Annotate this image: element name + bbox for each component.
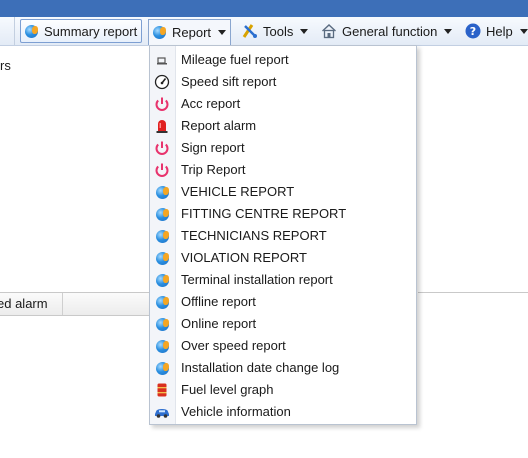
summary-report-button[interactable]: Summary report — [20, 19, 143, 43]
globe-icon — [155, 229, 169, 243]
menu-item-technicians-report[interactable]: TECHNICIANS REPORT — [150, 225, 416, 247]
menu-item-label: Terminal installation report — [181, 272, 333, 287]
menu-item-sign-report[interactable]: Sign report — [150, 137, 416, 159]
menu-item-label: Over speed report — [181, 338, 286, 353]
globe-icon — [155, 317, 169, 331]
menu-item-label: Acc report — [181, 96, 241, 111]
globe-icon — [153, 26, 166, 39]
chevron-down-icon — [218, 30, 227, 35]
grid-column-header[interactable]: ed alarm — [0, 293, 63, 315]
menu-item-violation-report[interactable]: VIOLATION REPORT — [150, 247, 416, 269]
menu-item-label: Installation date change log — [181, 360, 340, 375]
globe-icon — [155, 295, 169, 309]
menu-item-label: Vehicle information — [181, 404, 291, 419]
grid-header-border — [418, 292, 528, 293]
menu-item-report-alarm[interactable]: Report alarm — [150, 115, 416, 137]
menu-item-label: FITTING CENTRE REPORT — [181, 206, 347, 221]
toolbar-separator — [14, 17, 15, 45]
globe-icon — [25, 24, 38, 38]
globe-icon — [155, 207, 169, 221]
menu-item-trip-report[interactable]: Trip Report — [150, 159, 416, 181]
menu-item-label: Online report — [181, 316, 257, 331]
window-title-strip — [0, 0, 528, 17]
menu-item-over-speed-report[interactable]: Over speed report — [150, 335, 416, 357]
menu-item-label: Mileage fuel report — [181, 52, 289, 67]
menu-item-label: Speed sift report — [181, 74, 277, 89]
help-menu-label: Help — [486, 23, 513, 39]
car-icon — [154, 404, 170, 420]
menu-item-speed-sift-report[interactable]: Speed sift report — [150, 71, 416, 93]
help-icon: ? — [465, 23, 481, 39]
menu-item-fitting-centre-report[interactable]: FITTING CENTRE REPORT — [150, 203, 416, 225]
menu-item-acc-report[interactable]: Acc report — [150, 93, 416, 115]
report-dropdown-menu: Mileage fuel report Speed sift report Ac… — [149, 45, 417, 425]
chevron-down-icon — [519, 28, 528, 34]
menu-item-label: Report alarm — [181, 118, 257, 133]
chevron-down-icon — [444, 28, 453, 34]
menu-item-vehicle-report[interactable]: VEHICLE REPORT — [150, 181, 416, 203]
menu-item-label: Trip Report — [181, 162, 246, 177]
summary-report-label: Summary report — [44, 23, 138, 39]
menu-item-fuel-level-graph[interactable]: Fuel level graph — [150, 379, 416, 401]
globe-icon — [155, 339, 169, 353]
menu-item-installation-date-change-log[interactable]: Installation date change log — [150, 357, 416, 379]
menu-item-offline-report[interactable]: Offline report — [150, 291, 416, 313]
menu-item-label: VEHICLE REPORT — [181, 184, 295, 199]
menu-item-label: VIOLATION REPORT — [181, 250, 307, 265]
menu-item-label: Offline report — [181, 294, 256, 309]
home-icon — [321, 23, 337, 39]
general-function-menu-label: General function — [342, 23, 438, 39]
svg-text:?: ? — [470, 25, 476, 38]
tools-icon — [242, 23, 258, 39]
menu-item-terminal-installation-report[interactable]: Terminal installation report — [150, 269, 416, 291]
chevron-down-icon — [300, 28, 309, 34]
main-toolbar: Summary report Report Tools General func… — [0, 17, 528, 46]
help-menu-button[interactable]: ? Help — [461, 19, 528, 43]
power-icon — [154, 96, 170, 112]
report-menu-label: Report — [172, 25, 212, 40]
grid-column-header-label: ed alarm — [0, 296, 48, 311]
menu-item-label: Sign report — [181, 140, 245, 155]
general-function-menu-button[interactable]: General function — [317, 19, 456, 43]
power-icon — [154, 140, 170, 156]
menu-item-vehicle-information[interactable]: Vehicle information — [150, 401, 416, 423]
menu-item-label: Fuel level graph — [181, 382, 274, 397]
globe-icon — [155, 251, 169, 265]
globe-icon — [155, 185, 169, 199]
speedometer-icon — [154, 74, 170, 90]
globe-icon — [155, 361, 169, 375]
left-panel-text: rs — [0, 58, 11, 73]
tools-menu-button[interactable]: Tools — [238, 19, 312, 43]
menu-item-label: TECHNICIANS REPORT — [181, 228, 327, 243]
menu-item-online-report[interactable]: Online report — [150, 313, 416, 335]
grid-header: ed alarm — [0, 292, 150, 316]
fuel-barrel-icon — [154, 382, 170, 398]
fuel-pump-icon — [154, 52, 170, 68]
power-icon — [154, 162, 170, 178]
report-menu-button[interactable]: Report — [148, 19, 232, 45]
alarm-siren-icon — [154, 118, 170, 134]
menu-item-mileage-fuel-report[interactable]: Mileage fuel report — [150, 49, 416, 71]
tools-menu-label: Tools — [263, 23, 294, 39]
globe-icon — [155, 273, 169, 287]
